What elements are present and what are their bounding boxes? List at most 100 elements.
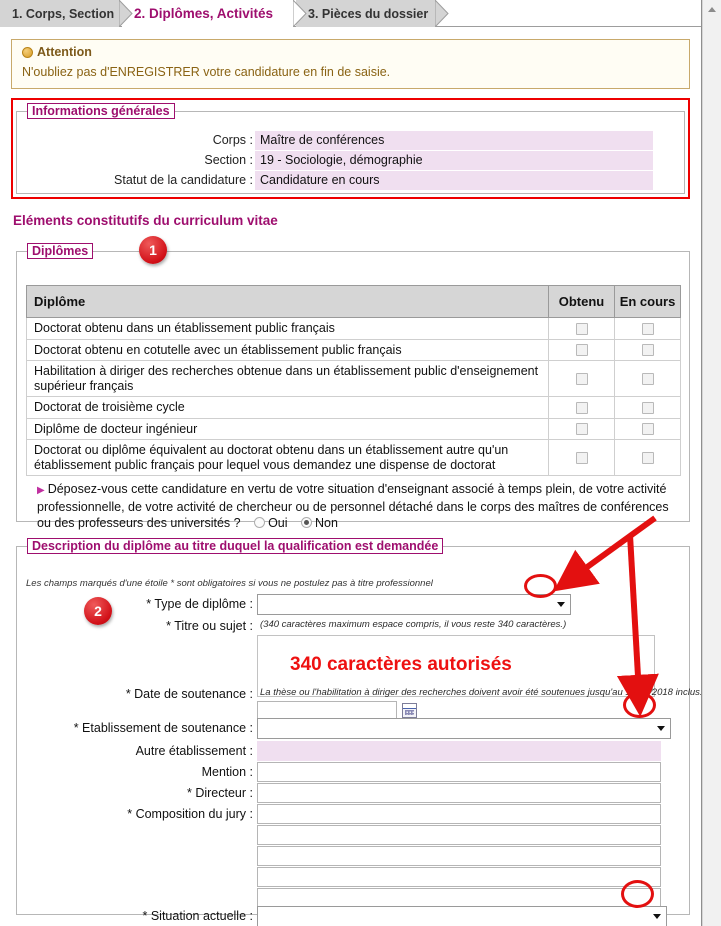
label-type-diplome: * Type de diplôme : bbox=[146, 597, 253, 611]
info-label-corps: Corps : bbox=[212, 133, 253, 147]
info-value-corps: Maître de conférences bbox=[255, 131, 653, 150]
label-autre-etablissement: Autre établissement : bbox=[135, 744, 253, 758]
info-value-statut: Candidature en cours bbox=[255, 171, 653, 190]
label-date-soutenance: * Date de soutenance : bbox=[125, 687, 253, 701]
tab-diplomes-activites-label: 2. Diplômes, Activités bbox=[134, 6, 274, 21]
page-root: 1. Corps, Section 2. Diplômes, Activités… bbox=[0, 0, 721, 926]
checkbox-obtenu[interactable] bbox=[575, 372, 588, 385]
tab-pieces-dossier[interactable]: 3. Pièces du dossier bbox=[296, 0, 449, 27]
radio-non[interactable] bbox=[301, 517, 313, 528]
table-header-row: Diplôme Obtenu En cours bbox=[26, 285, 681, 318]
input-composition-jury-2[interactable] bbox=[257, 825, 661, 845]
input-composition-jury-1[interactable] bbox=[257, 804, 661, 824]
checkbox-en-cours[interactable] bbox=[641, 372, 654, 385]
label-etablissement-soutenance: * Etablissement de soutenance : bbox=[73, 721, 253, 735]
input-directeur[interactable] bbox=[257, 783, 661, 803]
input-autre-etablissement[interactable] bbox=[257, 741, 661, 761]
label-titre-sujet: * Titre ou sujet : bbox=[166, 619, 253, 633]
cell-en-cours bbox=[614, 439, 681, 476]
description-diplome-panel: Description du diplôme au titre duquel l… bbox=[16, 538, 703, 926]
checkbox-obtenu[interactable] bbox=[575, 322, 588, 335]
cell-obtenu bbox=[548, 317, 615, 340]
select-etablissement-soutenance[interactable] bbox=[257, 718, 671, 739]
diplome-label: Doctorat obtenu dans un établissement pu… bbox=[26, 317, 549, 340]
info-label-section: Section : bbox=[204, 153, 253, 167]
informations-generales-legend: Informations générales bbox=[27, 103, 175, 119]
checkbox-en-cours[interactable] bbox=[641, 423, 654, 436]
field-row-mention: Mention : bbox=[17, 762, 672, 782]
field-row-type-diplome: * Type de diplôme : bbox=[17, 594, 672, 615]
field-row-etablissement-soutenance: * Etablissement de soutenance : bbox=[17, 718, 672, 739]
table-row: Habilitation à diriger des recherches ob… bbox=[26, 360, 681, 397]
input-composition-jury-3[interactable] bbox=[257, 846, 661, 866]
select-situation-actuelle[interactable] bbox=[257, 906, 667, 926]
cell-en-cours bbox=[614, 417, 681, 440]
tab-diplomes-activites[interactable]: 2. Diplômes, Activités bbox=[122, 0, 307, 27]
chevron-down-icon bbox=[552, 596, 569, 613]
field-row-situation-actuelle: * Situation actuelle : bbox=[17, 906, 672, 926]
informations-generales-panel: Informations générales Corps : Maître de… bbox=[16, 103, 685, 194]
hint-titre-sujet: (340 caractères maximum espace compris, … bbox=[260, 619, 567, 630]
field-row-autre-etablissement: Autre établissement : bbox=[17, 741, 672, 761]
checkbox-en-cours[interactable] bbox=[641, 322, 654, 335]
input-mention[interactable] bbox=[257, 762, 661, 782]
highlight-ellipse-situation-actuelle bbox=[621, 880, 654, 908]
situation-question-block: ▶ Déposez-vous cette candidature en vertu… bbox=[37, 481, 685, 531]
info-label-statut: Statut de la candidature : bbox=[114, 173, 253, 187]
situation-question-text: Déposez-vous cette candidature en vertu … bbox=[37, 482, 669, 530]
info-row-corps: Corps : Maître de conférences bbox=[17, 131, 684, 150]
radio-non-label: Non bbox=[315, 516, 338, 530]
cell-obtenu bbox=[548, 360, 615, 397]
description-diplome-legend: Description du diplôme au titre duquel l… bbox=[27, 538, 444, 554]
info-row-statut: Statut de la candidature : Candidature e… bbox=[17, 171, 684, 190]
required-fields-note: Les champs marqués d'une étoile * sont o… bbox=[26, 578, 433, 589]
attention-title: Attention bbox=[37, 45, 92, 59]
diplome-label: Doctorat obtenu en cotutelle avec un éta… bbox=[26, 338, 549, 361]
radio-oui-label: Oui bbox=[268, 516, 288, 530]
chevron-right-icon bbox=[119, 0, 133, 27]
checkbox-obtenu[interactable] bbox=[575, 451, 588, 464]
checkbox-obtenu[interactable] bbox=[575, 423, 588, 436]
attention-title-row: Attention bbox=[22, 45, 92, 59]
chevron-right-icon bbox=[435, 0, 449, 27]
cell-en-cours bbox=[614, 338, 681, 361]
cell-obtenu bbox=[548, 417, 615, 440]
diplome-label: Doctorat ou diplôme équivalent au doctor… bbox=[26, 439, 549, 476]
radio-oui[interactable] bbox=[254, 517, 266, 528]
tab-corps-section[interactable]: 1. Corps, Section bbox=[0, 0, 133, 27]
checkbox-obtenu[interactable] bbox=[575, 344, 588, 357]
label-situation-actuelle: * Situation actuelle : bbox=[142, 909, 254, 923]
highlight-ellipse-type-diplome bbox=[524, 574, 557, 598]
diplome-label: Habilitation à diriger des recherches ob… bbox=[26, 360, 549, 397]
calendar-icon[interactable] bbox=[402, 703, 417, 718]
checkbox-en-cours[interactable] bbox=[641, 451, 654, 464]
column-header-diplome: Diplôme bbox=[26, 285, 549, 318]
checkbox-en-cours[interactable] bbox=[641, 344, 654, 357]
cell-en-cours bbox=[614, 360, 681, 397]
diplome-label: Diplôme de docteur ingénieur bbox=[26, 417, 549, 440]
cell-en-cours bbox=[614, 396, 681, 419]
table-row: Doctorat ou diplôme équivalent au doctor… bbox=[26, 439, 681, 476]
characters-allowed-callout: 340 caractères autorisés bbox=[290, 654, 512, 675]
input-composition-jury-4[interactable] bbox=[257, 867, 661, 887]
cell-obtenu bbox=[548, 396, 615, 419]
vertical-scrollbar[interactable] bbox=[702, 0, 721, 926]
checkbox-obtenu[interactable] bbox=[575, 401, 588, 414]
select-type-diplome[interactable] bbox=[257, 594, 571, 615]
chevron-right-icon bbox=[293, 0, 307, 27]
column-header-en-cours: En cours bbox=[614, 285, 681, 318]
checkbox-en-cours[interactable] bbox=[641, 401, 654, 414]
column-header-obtenu: Obtenu bbox=[548, 285, 615, 318]
chevron-down-icon bbox=[648, 908, 665, 925]
diplomes-legend: Diplômes bbox=[27, 243, 94, 259]
table-row: Doctorat obtenu en cotutelle avec un éta… bbox=[26, 338, 681, 361]
input-composition-jury-5[interactable] bbox=[257, 888, 661, 908]
warning-icon bbox=[22, 46, 33, 58]
annotation-badge-2: 2 bbox=[84, 597, 112, 625]
cell-obtenu bbox=[548, 439, 615, 476]
label-directeur: * Directeur : bbox=[187, 786, 253, 800]
highlight-ellipse-etablissement bbox=[623, 692, 656, 718]
chevron-down-icon bbox=[652, 720, 669, 737]
step-tabs: 1. Corps, Section 2. Diplômes, Activités… bbox=[0, 0, 702, 28]
scroll-up-arrow-icon[interactable] bbox=[703, 0, 721, 18]
